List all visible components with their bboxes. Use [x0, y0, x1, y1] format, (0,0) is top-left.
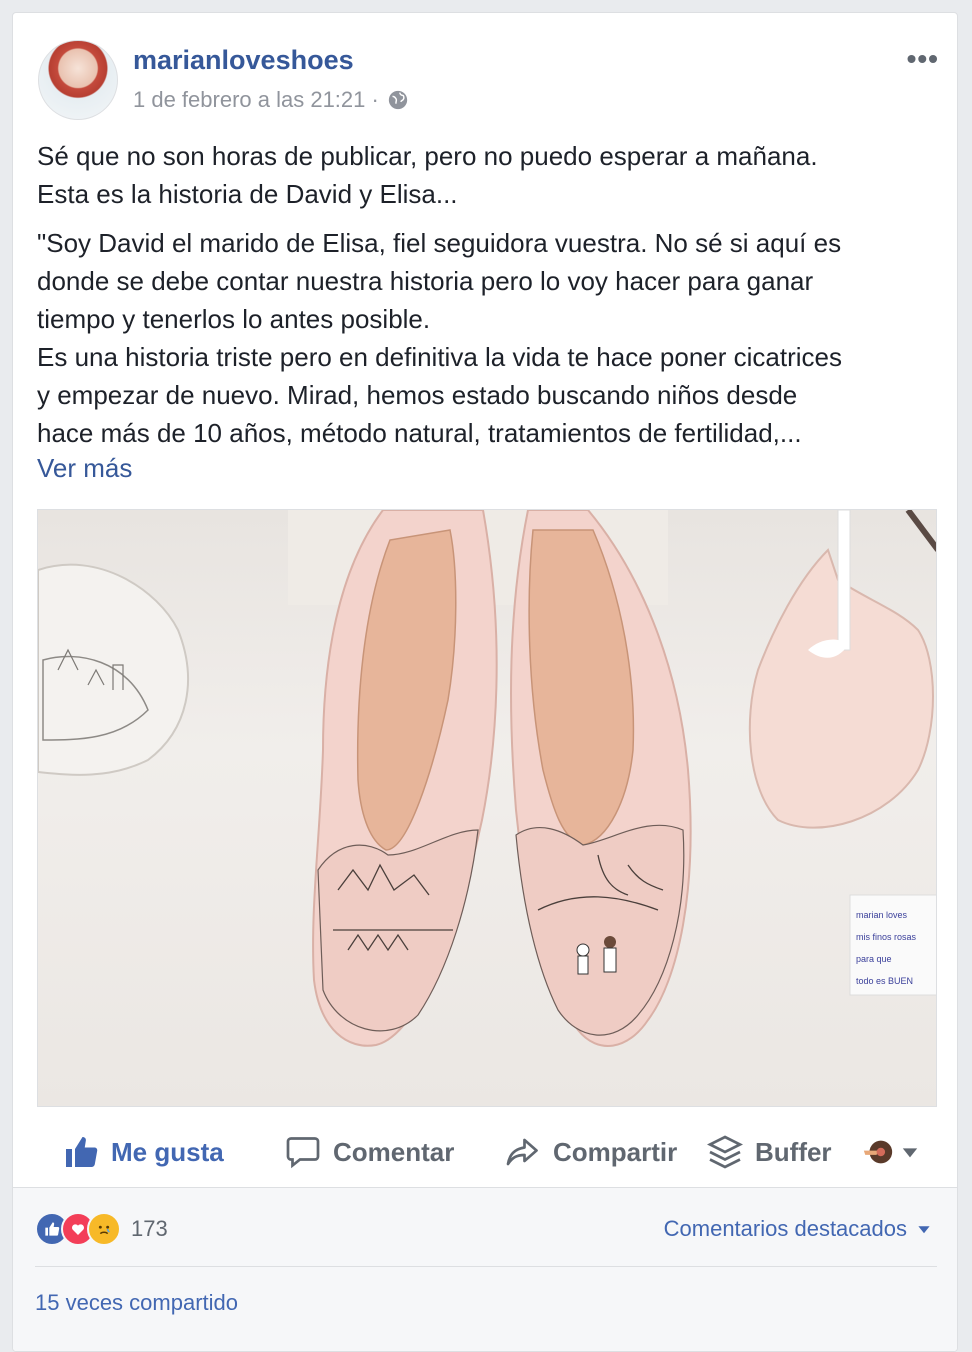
see-more-link[interactable]: Ver más	[37, 453, 132, 484]
reaction-count: 173	[131, 1216, 168, 1241]
post-summary: 173 Comentarios destacados 15 veces comp…	[13, 1187, 957, 1351]
share-label: Compartir	[553, 1136, 678, 1167]
note-line: para que	[856, 954, 892, 964]
note-line: mis finos rosas	[856, 932, 917, 942]
thumbs-up-icon	[66, 1137, 98, 1167]
share-icon	[506, 1138, 538, 1166]
post-photo[interactable]: marian loves mis finos rosas para que to…	[37, 509, 937, 1107]
like-button[interactable]: Me gusta	[63, 1134, 224, 1170]
shoes-illustration: marian loves mis finos rosas para que to…	[38, 510, 936, 1047]
top-comments-label: Comentarios destacados	[663, 1216, 907, 1241]
buffer-button[interactable]: Buffer	[707, 1134, 832, 1170]
text-line: "Soy David el marido de Elisa, fiel segu…	[37, 228, 842, 258]
text-line: y empezar de nuevo. Mirad, hemos estado …	[37, 380, 798, 410]
author-name[interactable]: marianloveshoes	[133, 45, 354, 76]
text-line: Es una historia triste pero en definitiv…	[37, 342, 842, 372]
caret-down-icon	[902, 1148, 918, 1158]
divider	[35, 1266, 937, 1267]
globe-icon	[388, 90, 407, 110]
buffer-icon	[707, 1135, 743, 1169]
comment-icon	[286, 1137, 320, 1169]
reactor-selector[interactable]	[861, 1135, 919, 1169]
text-line: donde se debe contar nuestra historia pe…	[37, 266, 814, 296]
note-line: todo es BUEN	[856, 976, 913, 986]
buffer-label: Buffer	[755, 1136, 832, 1167]
sad-reaction-icon	[87, 1212, 121, 1246]
text-line: hace más de 10 años, método natural, tra…	[37, 418, 802, 448]
action-bar: Me gusta Comentar Compartir Buffer	[13, 1119, 957, 1185]
post-text-intro: Sé que no son horas de publicar, pero no…	[37, 137, 937, 213]
comment-label: Comentar	[333, 1136, 455, 1167]
more-options-button[interactable]: •••	[907, 43, 939, 75]
post-text-story: "Soy David el marido de Elisa, fiel segu…	[37, 224, 937, 452]
post-meta: 1 de febrero a las 21:21 ·	[133, 87, 409, 113]
shares-link[interactable]: 15 veces compartido	[35, 1290, 238, 1316]
text-line: tiempo y tenerlos lo antes posible.	[37, 304, 431, 334]
hand-avatar-icon	[863, 1140, 893, 1164]
text-line: Esta es la historia de David y Elisa...	[37, 179, 458, 209]
post-card: marianloveshoes 1 de febrero a las 21:21…	[12, 12, 958, 1352]
share-button[interactable]: Compartir	[505, 1134, 677, 1170]
text-line: Sé que no son horas de publicar, pero no…	[37, 141, 818, 171]
like-label: Me gusta	[111, 1136, 224, 1167]
top-comments-dropdown[interactable]: Comentarios destacados	[664, 1216, 931, 1242]
timestamp[interactable]: 1 de febrero a las 21:21 ·	[133, 87, 379, 113]
avatar[interactable]	[38, 40, 118, 120]
comment-button[interactable]: Comentar	[285, 1134, 454, 1170]
reactions-summary[interactable]: 173	[35, 1212, 168, 1246]
note-line: marian loves	[856, 910, 908, 920]
caret-down-icon	[918, 1226, 930, 1234]
